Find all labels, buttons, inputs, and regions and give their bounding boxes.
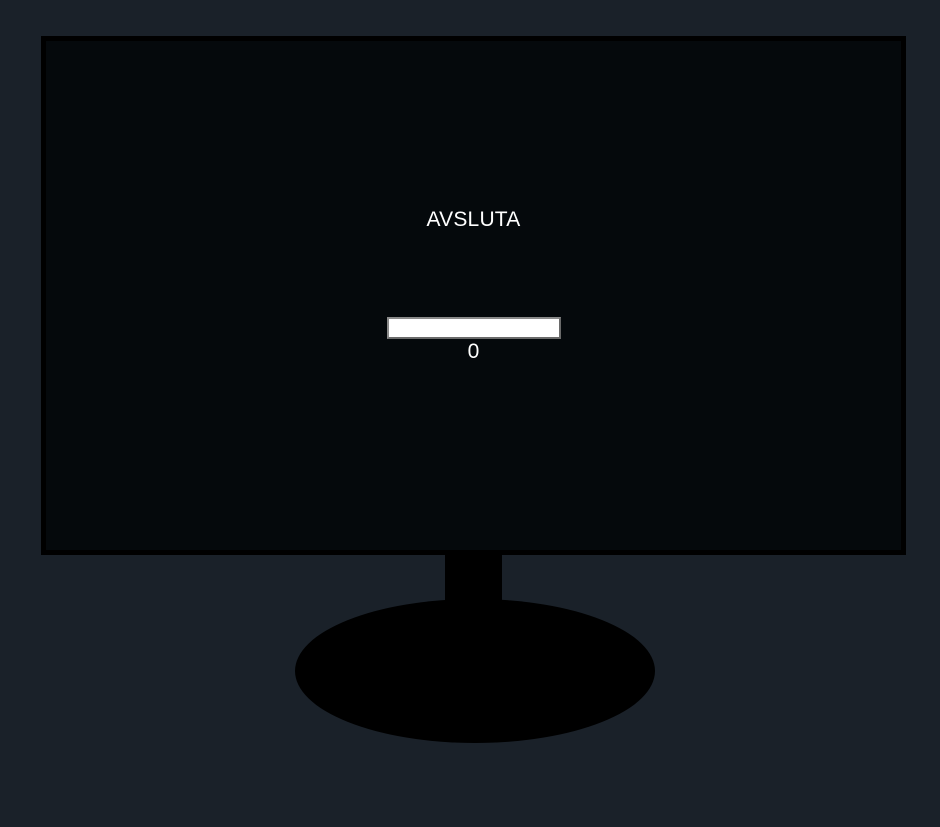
progress-bar [387,317,561,339]
monitor-screen: AVSLUTA 0 [41,36,906,555]
monitor-stand-base [295,599,655,743]
screen-title[interactable]: AVSLUTA [46,208,901,232]
monitor-stand-neck [445,550,502,606]
desktop-scene: AVSLUTA 0 [0,0,940,827]
progress-value: 0 [467,340,480,363]
